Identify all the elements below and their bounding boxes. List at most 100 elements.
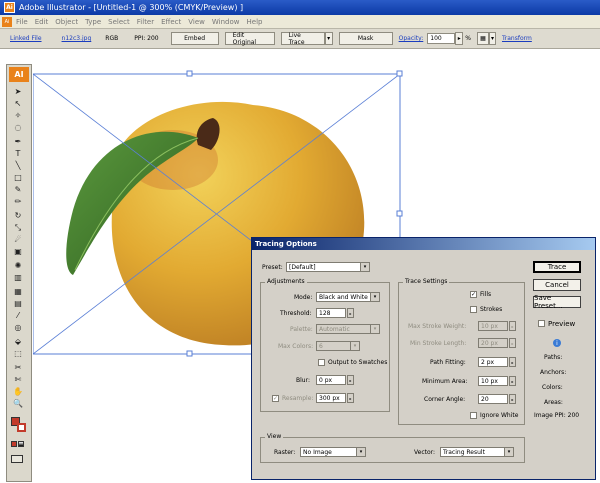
hand-tool-icon[interactable]: ✋ bbox=[13, 387, 23, 397]
mask-button[interactable]: Mask bbox=[338, 32, 393, 45]
preset-select[interactable]: [Default] ▾ bbox=[286, 262, 370, 272]
preset-label: Preset: bbox=[262, 264, 283, 271]
transform-link[interactable]: Transform bbox=[502, 35, 532, 42]
selection-tool-icon[interactable]: ➤ bbox=[13, 87, 23, 97]
menu-window[interactable]: Window bbox=[212, 18, 240, 26]
handle-bottom[interactable] bbox=[186, 350, 193, 357]
rectangle-tool-icon[interactable]: □ bbox=[13, 173, 23, 183]
ignore-white-checkbox[interactable] bbox=[470, 412, 477, 419]
tools-panel: AI ➤ ↖ ✧ ◌ ✒ T ╲ □ ✎ ✏ ↻ ⤡ ☄ ▣ ✺ ▥ ▦ ▤ ⁄… bbox=[6, 64, 32, 482]
live-trace-button[interactable]: Live Trace bbox=[280, 32, 325, 46]
menu-select[interactable]: Select bbox=[108, 18, 130, 26]
slice-tool-icon[interactable]: ✂ bbox=[13, 363, 23, 373]
free-transform-tool-icon[interactable]: ▣ bbox=[13, 247, 23, 257]
lasso-tool-icon[interactable]: ◌ bbox=[13, 123, 23, 133]
menu-effect[interactable]: Effect bbox=[161, 18, 181, 26]
corner-angle-slider-icon[interactable]: ▸ bbox=[509, 394, 516, 404]
paintbrush-tool-icon[interactable]: ✎ bbox=[13, 185, 23, 195]
edit-original-button[interactable]: Edit Original bbox=[224, 32, 275, 46]
chevron-down-icon: ▾ bbox=[370, 293, 379, 301]
output-swatches-checkbox[interactable] bbox=[318, 359, 325, 366]
menu-type[interactable]: Type bbox=[85, 18, 101, 26]
linked-file-link[interactable]: Linked File bbox=[10, 35, 42, 42]
column-graph-tool-icon[interactable]: ▥ bbox=[13, 273, 23, 283]
blur-input[interactable]: 0 px bbox=[316, 375, 346, 385]
handle-top-right[interactable] bbox=[396, 70, 403, 77]
blend-tool-icon[interactable]: ◎ bbox=[13, 323, 23, 333]
mode-value: Black and White bbox=[319, 293, 368, 301]
gradient-mode-icon[interactable] bbox=[18, 441, 24, 447]
pencil-tool-icon[interactable]: ✏ bbox=[13, 197, 23, 207]
illustrator-app-icon: Ai bbox=[4, 2, 15, 13]
align-dropdown-icon[interactable]: ▾ bbox=[488, 32, 496, 45]
adjustments-title: Adjustments bbox=[265, 278, 307, 285]
eyedropper-tool-icon[interactable]: ⁄ bbox=[13, 311, 23, 321]
minimum-area-slider-icon[interactable]: ▸ bbox=[509, 376, 516, 386]
opacity-dropdown-icon[interactable]: ▸ bbox=[455, 32, 464, 45]
magic-wand-tool-icon[interactable]: ✧ bbox=[13, 111, 23, 121]
embed-button[interactable]: Embed bbox=[170, 32, 219, 45]
view-title: View bbox=[265, 433, 284, 440]
resample-checkbox[interactable]: ✓ bbox=[272, 395, 279, 402]
strokes-checkbox[interactable] bbox=[470, 306, 477, 313]
menu-file[interactable]: File bbox=[16, 18, 28, 26]
path-fitting-input[interactable]: 2 px bbox=[478, 357, 508, 367]
align-icon[interactable]: ▦ bbox=[476, 32, 489, 45]
gradient-tool-icon[interactable]: ▤ bbox=[13, 299, 23, 309]
direct-selection-tool-icon[interactable]: ↖ bbox=[13, 99, 23, 109]
corner-angle-input[interactable]: 20 bbox=[478, 394, 508, 404]
live-paint-selection-tool-icon[interactable]: ⬚ bbox=[13, 349, 23, 359]
chevron-down-icon: ▾ bbox=[356, 448, 365, 456]
line-tool-icon[interactable]: ╲ bbox=[13, 161, 23, 171]
save-preset-button[interactable]: Save Preset... bbox=[533, 294, 581, 310]
type-tool-icon[interactable]: T bbox=[13, 149, 23, 159]
scale-tool-icon[interactable]: ⤡ bbox=[13, 223, 23, 233]
menu-help[interactable]: Help bbox=[247, 18, 263, 26]
file-name-link[interactable]: n12c3.jpg bbox=[62, 35, 92, 42]
pen-tool-icon[interactable]: ✒ bbox=[13, 137, 23, 147]
palette-value: Automatic bbox=[319, 325, 350, 333]
menu-bar: Ai File Edit Object Type Select Filter E… bbox=[0, 15, 600, 29]
vector-value: Tracing Result bbox=[443, 448, 485, 456]
blur-slider-icon[interactable]: ▸ bbox=[347, 375, 354, 385]
threshold-input[interactable]: 128 bbox=[316, 308, 346, 318]
cancel-button[interactable]: Cancel bbox=[533, 279, 581, 291]
trace-button[interactable]: Trace bbox=[533, 261, 581, 273]
warp-tool-icon[interactable]: ☄ bbox=[13, 235, 23, 245]
menu-filter[interactable]: Filter bbox=[137, 18, 154, 26]
vector-select[interactable]: Tracing Result ▾ bbox=[440, 447, 514, 457]
preview-label: Preview bbox=[548, 320, 576, 328]
minimum-area-label: Minimum Area: bbox=[422, 378, 468, 385]
handle-right[interactable] bbox=[396, 210, 403, 217]
ppi-label: PPI: 200 bbox=[134, 35, 159, 42]
menu-object[interactable]: Object bbox=[55, 18, 78, 26]
live-paint-bucket-tool-icon[interactable]: ⬙ bbox=[13, 337, 23, 347]
stroke-color-swatch[interactable] bbox=[17, 423, 26, 432]
preview-checkbox[interactable] bbox=[538, 320, 545, 327]
fills-checkbox[interactable]: ✓ bbox=[470, 291, 477, 298]
raster-value: No Image bbox=[303, 448, 332, 456]
opacity-input[interactable]: 100 bbox=[427, 33, 456, 44]
menu-edit[interactable]: Edit bbox=[35, 18, 49, 26]
minimum-area-input[interactable]: 10 px bbox=[478, 376, 508, 386]
live-trace-dropdown-icon[interactable]: ▾ bbox=[324, 32, 333, 45]
scissors-tool-icon[interactable]: ✄ bbox=[13, 375, 23, 385]
zoom-tool-icon[interactable]: 🔍 bbox=[13, 399, 23, 409]
path-fitting-slider-icon[interactable]: ▸ bbox=[509, 357, 516, 367]
resample-slider-icon[interactable]: ▸ bbox=[347, 393, 354, 403]
rotate-tool-icon[interactable]: ↻ bbox=[13, 211, 23, 221]
screen-mode-icon[interactable] bbox=[11, 455, 23, 463]
resample-value: 300 px bbox=[319, 394, 340, 402]
raster-select[interactable]: No Image ▾ bbox=[300, 447, 366, 457]
max-stroke-weight-value: 10 px bbox=[481, 322, 498, 330]
opacity-label[interactable]: Opacity: bbox=[399, 35, 424, 42]
threshold-slider-icon[interactable]: ▸ bbox=[347, 308, 354, 318]
handle-top[interactable] bbox=[186, 70, 193, 77]
menu-view[interactable]: View bbox=[188, 18, 205, 26]
mesh-tool-icon[interactable]: ▦ bbox=[13, 287, 23, 297]
mode-select[interactable]: Black and White ▾ bbox=[316, 292, 380, 302]
strokes-label: Strokes bbox=[480, 306, 503, 313]
symbol-sprayer-tool-icon[interactable]: ✺ bbox=[13, 261, 23, 271]
color-mode-icon[interactable] bbox=[11, 441, 17, 447]
resample-input[interactable]: 300 px bbox=[316, 393, 346, 403]
